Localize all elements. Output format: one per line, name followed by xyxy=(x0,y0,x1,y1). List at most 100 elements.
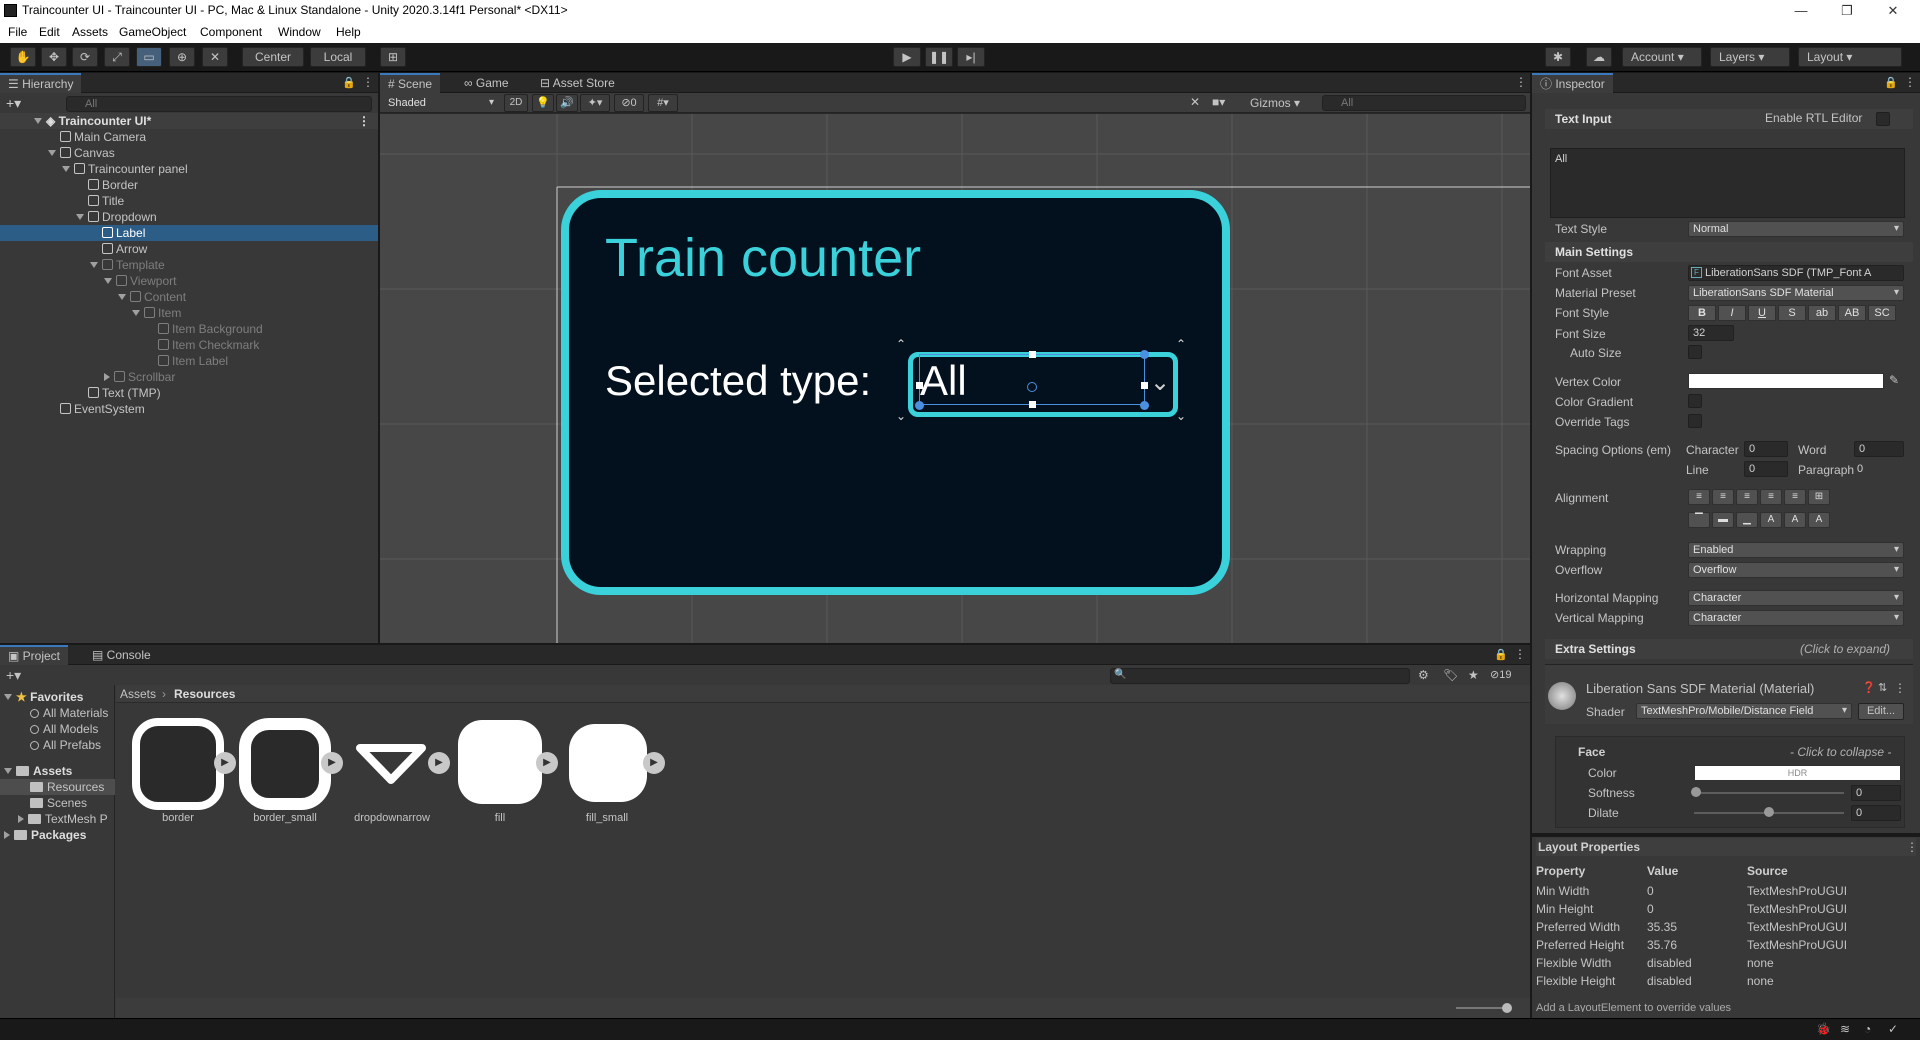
hierarchy-item[interactable]: Item Background xyxy=(0,321,378,337)
anchor-icon[interactable]: ⌃ xyxy=(1176,337,1186,351)
scene-viewport[interactable]: Train counter Selected type: All ⌄ ⌃ ⌃ ⌄… xyxy=(380,114,1530,643)
create-button[interactable]: +▾ xyxy=(6,95,21,112)
font-asset-field[interactable]: LiberationSans SDF (TMP_Font A xyxy=(1688,265,1904,281)
anchor-icon[interactable]: ⌃ xyxy=(896,337,906,351)
eyedropper-icon[interactable]: ✎ xyxy=(1889,373,1899,387)
check-icon[interactable]: ✓ xyxy=(1888,1022,1898,1036)
rect-edge-handle[interactable] xyxy=(1029,401,1036,408)
collab-icon[interactable]: ✱ xyxy=(1545,47,1571,67)
vertex-color-swatch[interactable] xyxy=(1688,373,1884,389)
align-flush-icon[interactable]: ≡ xyxy=(1784,489,1806,505)
align-center-icon[interactable]: ≡ xyxy=(1712,489,1734,505)
layout-properties-title[interactable]: Layout Properties xyxy=(1536,838,1916,856)
rect-edge-handle[interactable] xyxy=(1141,382,1148,389)
menu-component[interactable]: Component xyxy=(200,25,262,39)
vmap-dropdown[interactable]: Character xyxy=(1688,610,1904,626)
enable-rtl-checkbox[interactable] xyxy=(1876,112,1890,126)
lock-icon[interactable]: 🔒 xyxy=(1884,76,1898,89)
maximize-button[interactable]: ❐ xyxy=(1824,0,1870,22)
hierarchy-search-input[interactable]: All xyxy=(66,96,372,112)
font-size-field[interactable]: 32 xyxy=(1688,325,1734,341)
expand-sprite-icon[interactable]: ▶ xyxy=(536,752,558,774)
expand-sprite-icon[interactable]: ▶ xyxy=(428,752,450,774)
favorite-star-icon[interactable]: ★ xyxy=(1468,668,1479,682)
folder-resources[interactable]: Resources xyxy=(0,779,115,795)
shading-dropdown[interactable]: Shaded xyxy=(383,95,499,111)
kebab-menu-icon[interactable]: ⋮ xyxy=(1904,75,1916,89)
hierarchy-item[interactable]: Traincounter panel xyxy=(0,161,378,177)
tab-hierarchy[interactable]: ☰ Hierarchy xyxy=(0,73,82,93)
gizmos-dropdown[interactable]: Gizmos ▾ xyxy=(1244,94,1306,112)
align-middle-icon[interactable]: ▬ xyxy=(1712,512,1734,528)
play-button[interactable]: ▶ xyxy=(893,47,921,67)
tab-project[interactable]: ▣ Project xyxy=(0,645,69,665)
hierarchy-item[interactable]: Item Checkmark xyxy=(0,337,378,353)
color-gradient-checkbox[interactable] xyxy=(1688,394,1702,408)
override-tags-checkbox[interactable] xyxy=(1688,414,1702,428)
close-button[interactable]: ✕ xyxy=(1870,0,1916,22)
hierarchy-item[interactable]: Viewport xyxy=(0,273,378,289)
breadcrumb-assets[interactable]: Assets xyxy=(120,687,156,701)
tab-console[interactable]: ▤ Console xyxy=(84,645,159,665)
pivot-center-button[interactable]: Center xyxy=(242,47,304,67)
lock-icon[interactable]: 🔒 xyxy=(1494,648,1508,661)
shader-dropdown[interactable]: TextMeshPro/Mobile/Distance Field xyxy=(1636,703,1852,719)
filter-label-icon[interactable]: 🏷 xyxy=(1443,668,1458,682)
layout-dropdown[interactable]: Layout ▾ xyxy=(1798,47,1902,67)
edit-shader-button[interactable]: Edit... xyxy=(1858,703,1904,720)
rect-handle[interactable] xyxy=(1140,401,1149,410)
scale-tool-icon[interactable]: ⤢ xyxy=(104,47,130,67)
main-settings-header[interactable]: Main Settings xyxy=(1545,242,1913,262)
word-spacing-field[interactable]: 0 xyxy=(1854,441,1904,457)
hierarchy-item[interactable]: Canvas xyxy=(0,145,378,161)
align-midline-icon[interactable]: A xyxy=(1784,512,1806,528)
cloud-icon[interactable]: ☁ xyxy=(1586,47,1612,67)
tab-asset-store[interactable]: ⊟ Asset Store xyxy=(532,73,623,93)
face-label[interactable]: Face xyxy=(1578,745,1605,759)
menu-assets[interactable]: Assets xyxy=(72,25,108,39)
smallcaps-button[interactable]: SC xyxy=(1868,305,1896,321)
move-tool-icon[interactable]: ✥ xyxy=(41,47,67,67)
lock-icon[interactable]: 🔒 xyxy=(342,76,356,89)
rect-handle[interactable] xyxy=(915,401,924,410)
tools-icon[interactable]: ✕ xyxy=(1190,95,1200,109)
favorite-item[interactable]: All Prefabs xyxy=(0,737,115,753)
zoom-slider-handle[interactable] xyxy=(1502,1003,1512,1013)
italic-button[interactable]: I xyxy=(1718,305,1746,321)
softness-slider-track[interactable] xyxy=(1694,792,1844,794)
align-geometry-icon[interactable]: ⊞ xyxy=(1808,489,1830,505)
dilate-slider-handle[interactable] xyxy=(1764,807,1774,817)
hand-tool-icon[interactable]: ✋ xyxy=(10,47,36,67)
align-bottom-icon[interactable]: ▁ xyxy=(1736,512,1758,528)
folder-textmesh[interactable]: TextMesh P xyxy=(0,811,115,827)
hierarchy-item[interactable]: Border xyxy=(0,177,378,193)
expand-sprite-icon[interactable]: ▶ xyxy=(321,752,343,774)
anchor-icon[interactable]: ⌄ xyxy=(1176,409,1186,423)
expand-sprite-icon[interactable]: ▶ xyxy=(214,752,236,774)
2d-toggle[interactable]: 2D xyxy=(504,94,528,112)
hierarchy-item[interactable]: Dropdown xyxy=(0,209,378,225)
rect-handle[interactable] xyxy=(1140,350,1149,359)
bold-button[interactable]: B xyxy=(1688,305,1716,321)
rect-edge-handle[interactable] xyxy=(916,382,923,389)
underline-button[interactable]: U xyxy=(1748,305,1776,321)
scene-menu-icon[interactable]: ⋮ xyxy=(1515,75,1527,89)
overflow-dropdown[interactable]: Overflow xyxy=(1688,562,1904,578)
dilate-field[interactable]: 0 xyxy=(1851,805,1901,821)
tab-scene[interactable]: # Scene xyxy=(380,73,441,93)
menu-gameobject[interactable]: GameObject xyxy=(119,25,186,39)
hierarchy-item[interactable]: Content xyxy=(0,289,378,305)
scene-row[interactable]: ◈ Traincounter UI* ⋮ xyxy=(0,113,378,129)
lighting-icon[interactable]: 💡 xyxy=(532,94,554,112)
scene-menu-icon[interactable]: ⋮ xyxy=(358,113,370,129)
menu-window[interactable]: Window xyxy=(278,25,321,39)
align-baseline-icon[interactable]: A xyxy=(1760,512,1782,528)
text-input-area[interactable]: All xyxy=(1550,148,1905,218)
favorite-item[interactable]: All Models xyxy=(0,721,115,737)
progress-icon[interactable]: ◔ xyxy=(1864,1022,1871,1036)
kebab-menu-icon[interactable]: ⋮ xyxy=(362,75,374,89)
menu-help[interactable]: Help xyxy=(336,25,361,39)
effects-icon[interactable]: ✦▾ xyxy=(580,94,610,112)
face-color-swatch[interactable]: HDR xyxy=(1694,765,1901,781)
hierarchy-item[interactable]: Text (TMP) xyxy=(0,385,378,401)
